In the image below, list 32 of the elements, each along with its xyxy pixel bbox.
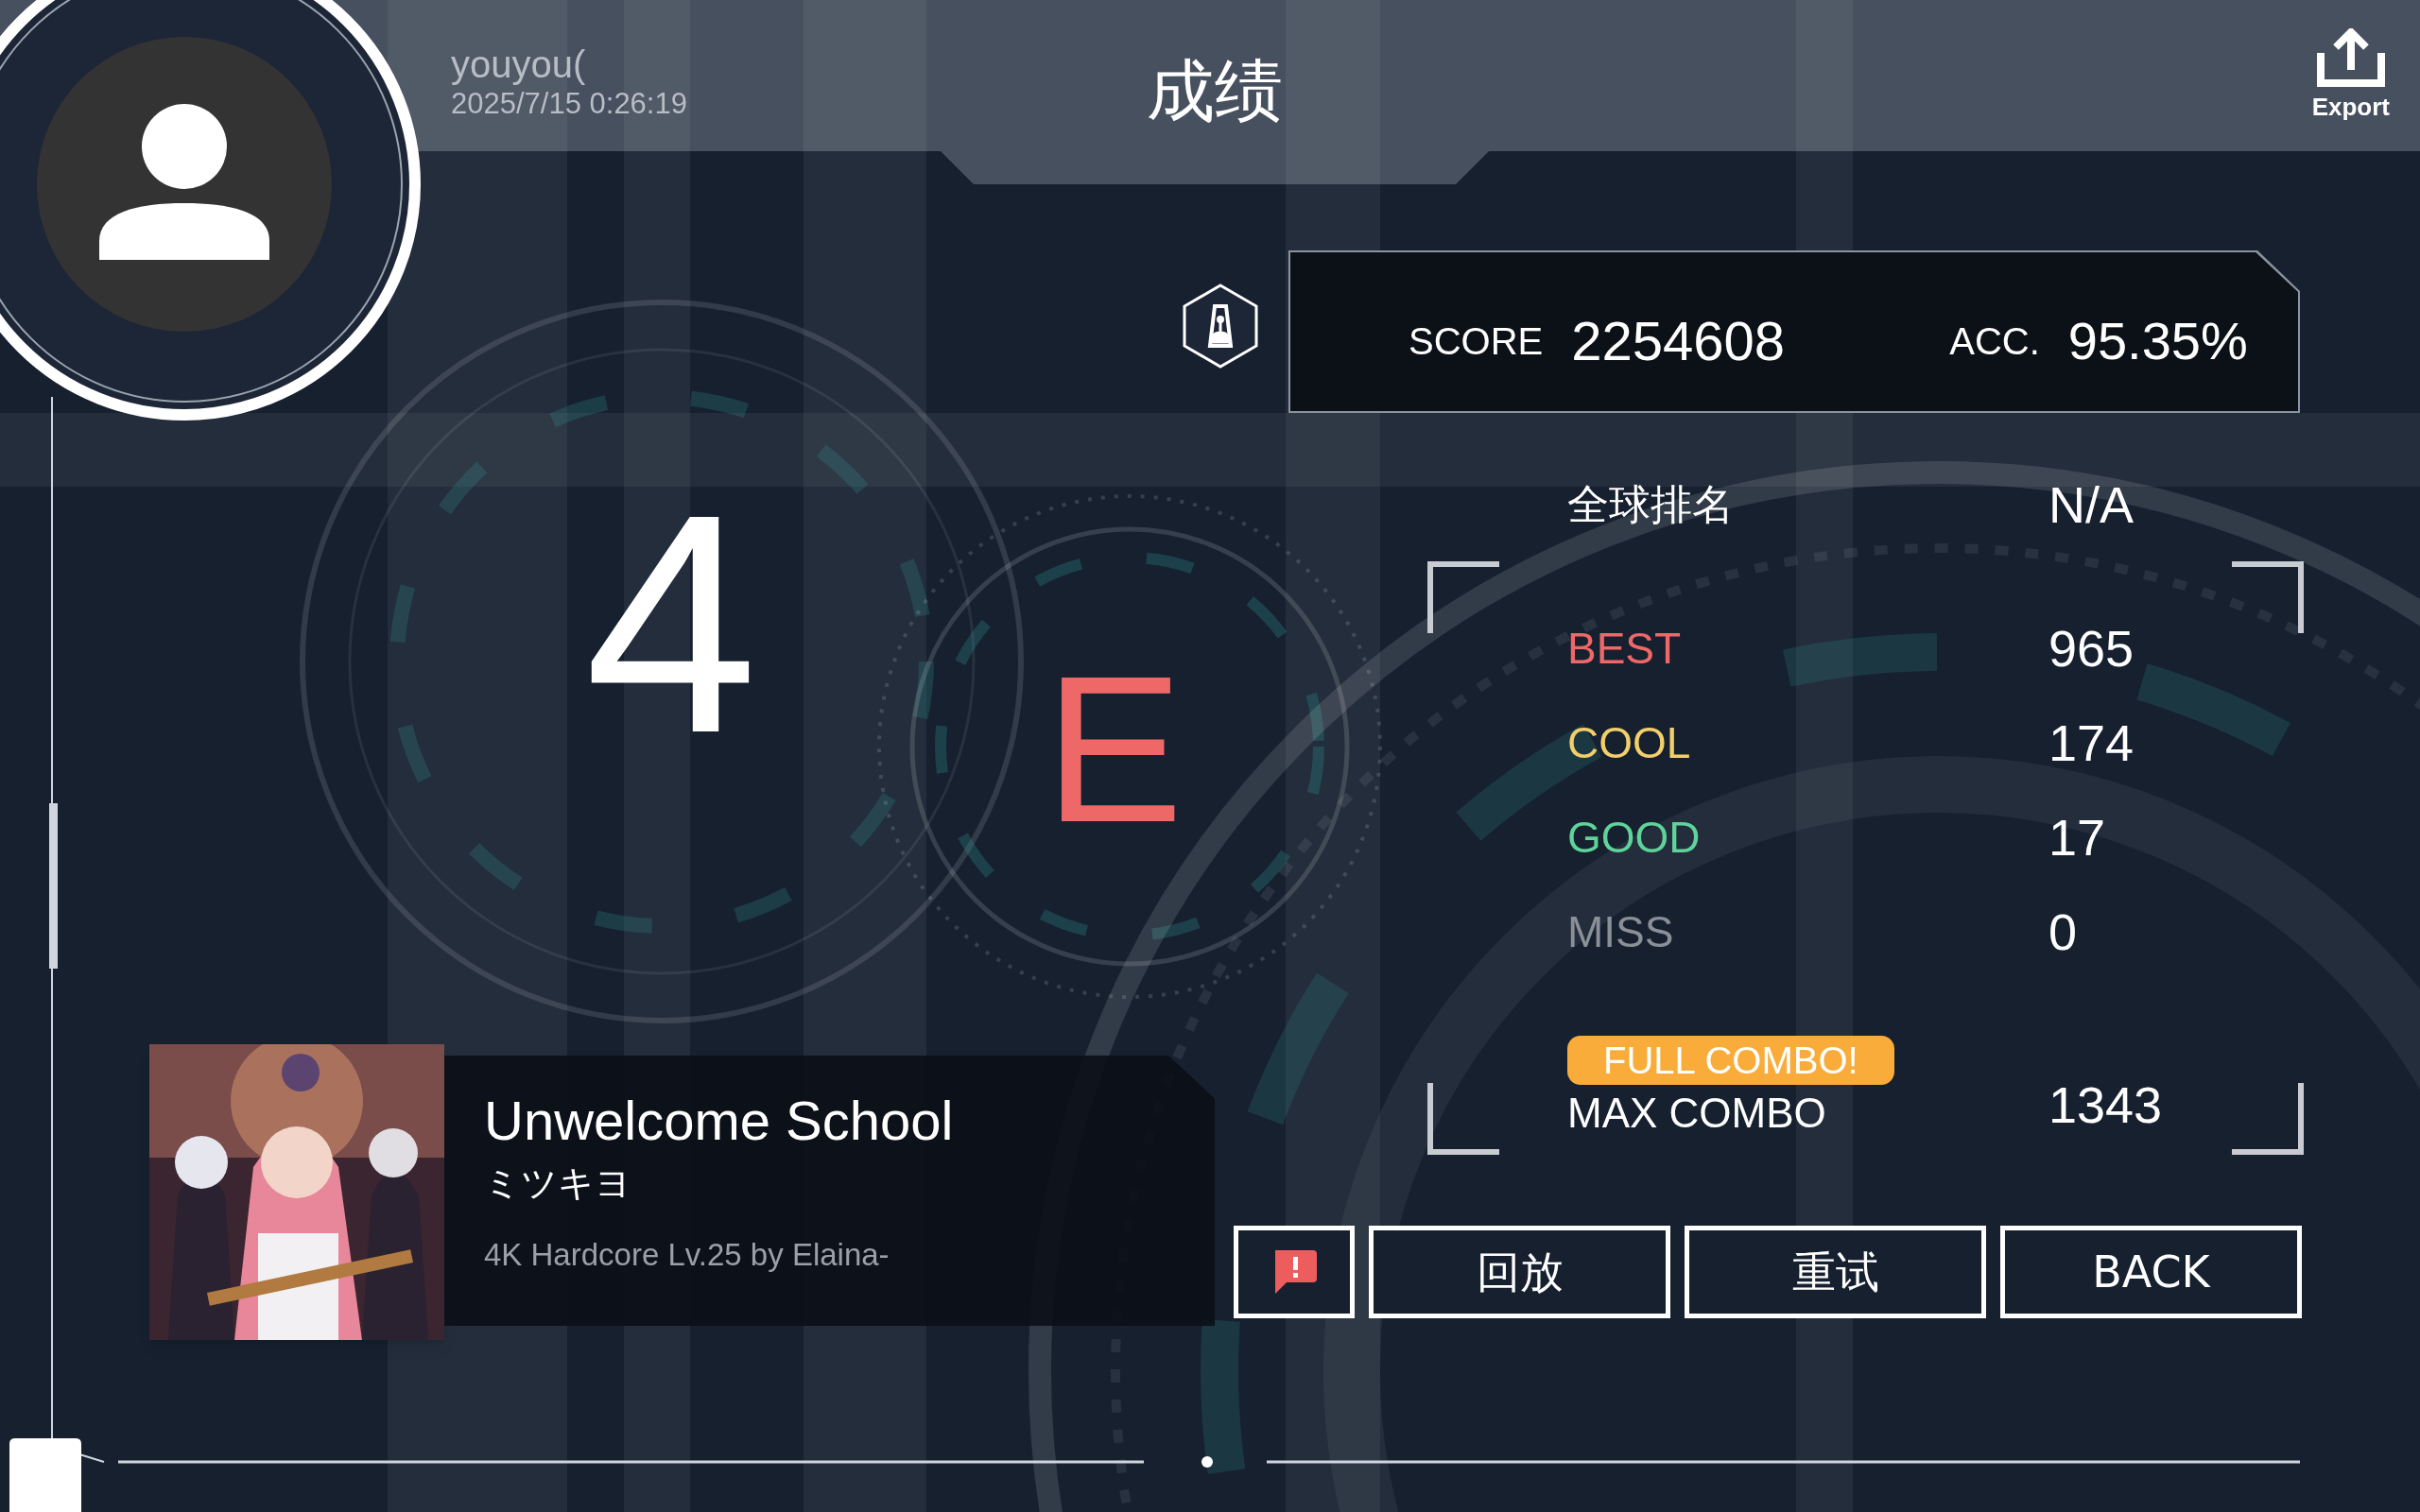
- judgement-label: BEST: [1567, 627, 1683, 670]
- judgement-label: COOL: [1567, 721, 1692, 765]
- accuracy-label: ACC.: [1949, 322, 2040, 360]
- score-label: SCORE: [1409, 322, 1544, 360]
- action-button[interactable]: 重试: [1685, 1226, 1986, 1318]
- max-combo-label: MAX COMBO: [1567, 1092, 1826, 1134]
- judgement-count: 17: [2048, 812, 2106, 863]
- song-title: Unwelcome School: [484, 1093, 955, 1148]
- global-rank-label: 全球排名: [1567, 484, 1735, 525]
- judgement-count: 0: [2048, 906, 2078, 957]
- global-rank-value: N/A: [2048, 479, 2135, 530]
- action-button[interactable]: 回放: [1369, 1226, 1670, 1318]
- page-title: 成绩: [1147, 57, 1283, 130]
- max-combo-value: 1343: [2048, 1079, 2163, 1130]
- timestamp: 2025/7/15 0:26:19: [451, 89, 688, 118]
- judgement-label: MISS: [1567, 910, 1675, 954]
- chart-info: 4K Hardcore Lv.25 by Elaina-: [484, 1239, 890, 1270]
- judgement-label: GOOD: [1567, 816, 1702, 859]
- accuracy-value: 95.35%: [2067, 315, 2248, 368]
- username: youyou(: [451, 45, 587, 83]
- judgement-count: 965: [2048, 623, 2135, 674]
- grade-glyph: E: [1045, 645, 1184, 853]
- key-mode-glyph: 4: [583, 468, 759, 780]
- export-button[interactable]: Export: [2311, 28, 2390, 132]
- full-combo-badge: FULL COMBO!: [1567, 1036, 1894, 1085]
- upload-icon: [2316, 28, 2385, 87]
- report-button[interactable]: [1234, 1226, 1355, 1318]
- metronome-icon: [1182, 284, 1259, 369]
- action-button[interactable]: BACK: [2000, 1226, 2302, 1318]
- song-artist: ミツキヨ: [484, 1165, 632, 1201]
- score-value: 2254608: [1571, 314, 1787, 369]
- judgement-count: 174: [2048, 717, 2135, 768]
